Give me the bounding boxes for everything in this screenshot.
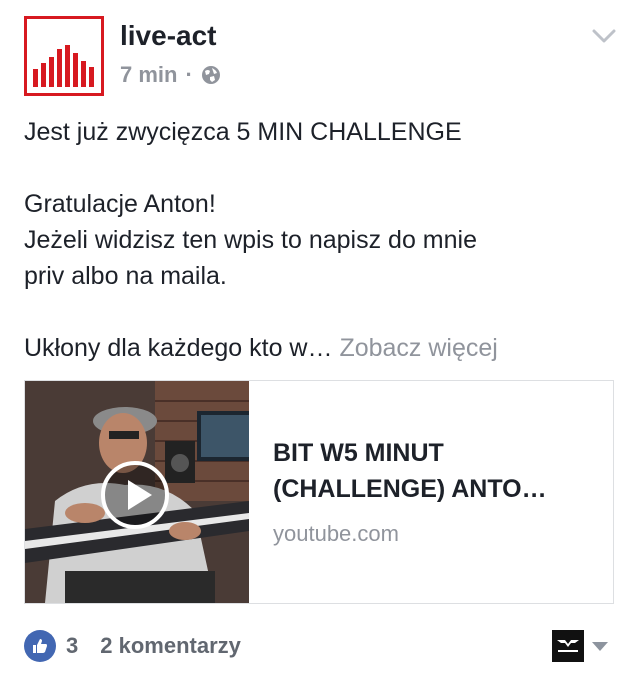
thumbs-up-glyph — [33, 639, 47, 653]
link-title-line: BIT W5 MINUT — [273, 439, 444, 467]
chevron-down-icon[interactable] — [592, 28, 616, 44]
post-author[interactable]: live-act — [120, 20, 217, 52]
thumbs-up-icon[interactable] — [24, 630, 56, 662]
meta-separator: · — [185, 62, 193, 87]
globe-icon — [201, 66, 220, 84]
link-domain: youtube.com — [273, 521, 399, 546]
post-line: Gratulacje Anton! — [24, 190, 216, 218]
play-icon[interactable] — [101, 461, 169, 529]
caret-down-icon[interactable] — [592, 642, 608, 651]
post-line: Jeżeli widzisz ten wpis to napisz do mni… — [24, 226, 477, 254]
comments-count[interactable]: 2 komentarzy — [100, 633, 241, 659]
see-more-link[interactable]: Zobacz więcej — [339, 334, 497, 362]
post-line-truncated: Ukłony dla każdego kto w… Zobacz więcej — [24, 330, 624, 366]
post-line: Ukłony dla każdego kto w… — [24, 334, 333, 362]
anton-logo-icon — [552, 630, 584, 662]
link-title[interactable]: BIT W5 MINUT (CHALLENGE) ANTO… — [273, 435, 593, 507]
post-line: priv albo na maila. — [24, 262, 227, 290]
link-title-line: (CHALLENGE) ANTO… — [273, 475, 547, 503]
like-count[interactable]: 3 — [66, 633, 78, 659]
post-time[interactable]: 7 min — [120, 62, 177, 88]
video-thumbnail[interactable] — [25, 381, 249, 603]
post-body: Jest już zwycięzca 5 MIN CHALLENGE Gratu… — [24, 114, 624, 366]
equalizer-bars-icon — [33, 45, 94, 87]
reactions-bar: 3 2 komentarzy — [24, 630, 241, 662]
post-line: Jest już zwycięzca 5 MIN CHALLENGE — [24, 118, 462, 146]
page-avatar-anton[interactable] — [552, 630, 584, 662]
page-avatar-logo[interactable] — [24, 16, 104, 96]
post-meta: 7 min · — [120, 62, 221, 88]
link-preview-card[interactable]: BIT W5 MINUT (CHALLENGE) ANTO… youtube.c… — [24, 380, 614, 604]
